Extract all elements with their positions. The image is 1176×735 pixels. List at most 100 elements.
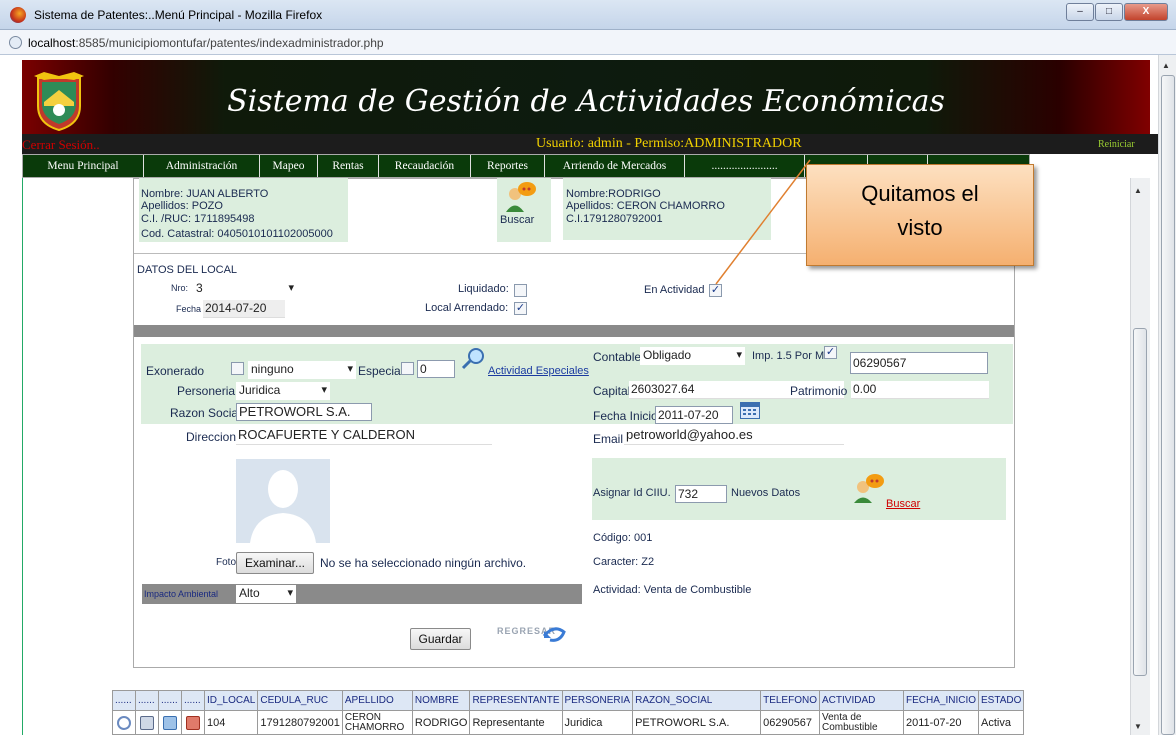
print-icon[interactable]	[135, 710, 159, 735]
user-search-icon-2[interactable]	[852, 472, 886, 507]
actividad-label: En Actividad	[644, 284, 705, 296]
nav-reportes[interactable]: Reportes	[471, 155, 545, 177]
cell-actividad: Venta de Combustible	[819, 710, 904, 735]
arrendado-checkbox[interactable]: ✓	[514, 302, 527, 315]
cell-razon-social: PETROWORL S.A.	[632, 710, 762, 735]
cell-nombre: RODRIGO	[411, 710, 471, 735]
col-header: ......	[158, 690, 182, 711]
impacto-label: Impacto Ambiental	[144, 589, 219, 599]
codigo-text: Código: 001	[593, 532, 653, 544]
magnifier-icon[interactable]	[461, 347, 487, 374]
annotation-callout: Quitamos el visto	[806, 164, 1034, 266]
scroll-up-icon[interactable]: ▲	[1162, 61, 1170, 70]
exonerado-checkbox[interactable]	[231, 362, 244, 375]
personeria-select[interactable]: Juridica	[236, 382, 330, 400]
exonerado-label: Exonerado	[146, 364, 205, 378]
firefox-icon	[10, 7, 26, 23]
address-bar[interactable]: localhost:8585/municipiomontufar/patente…	[0, 30, 1176, 55]
cell-estado: Activa	[978, 710, 1025, 735]
foto-label: Foto	[216, 557, 237, 568]
col-header: ......	[135, 690, 159, 711]
col-header: REPRESENTANTE	[469, 690, 563, 711]
table-header-row: ...... ...... ...... ...... ID_LOCAL CED…	[112, 690, 1025, 711]
capital-label: Capital	[593, 384, 631, 398]
ciiu-input[interactable]: 732	[675, 485, 727, 503]
frame-scroll-thumb[interactable]	[1133, 328, 1147, 676]
return-arrow-icon[interactable]	[540, 622, 568, 647]
col-header: ......	[112, 690, 136, 711]
liquidado-checkbox[interactable]	[514, 284, 527, 297]
user-search-icon[interactable]	[504, 181, 538, 216]
patrimonio-label: Patrimonio	[790, 384, 848, 398]
owner-catastral: Cod. Catastral: 0405010101102005000	[141, 228, 333, 240]
minimize-button[interactable]: –	[1066, 3, 1094, 21]
nav-mapeo[interactable]: Mapeo	[260, 155, 318, 177]
imp-checkbox[interactable]: ✓	[824, 346, 837, 359]
fecha-field[interactable]: 2014-07-20	[203, 300, 285, 318]
patrimonio-input[interactable]: 0.00	[851, 381, 989, 399]
edit-icon[interactable]	[158, 710, 182, 735]
frame-scrollbar[interactable]: ▲ ▼	[1130, 178, 1150, 735]
owner-search-label[interactable]: Buscar	[500, 214, 534, 226]
especial-label: Especial	[358, 364, 404, 378]
exonerado-select[interactable]: ninguno	[248, 361, 356, 379]
impacto-select[interactable]: Alto	[236, 585, 296, 603]
direccion-input[interactable]: ROCAFUERTE Y CALDERON	[236, 427, 492, 445]
cell-apellido: CERON CHAMORRO	[341, 710, 413, 735]
rep-ci: C.I.1791280792001	[566, 213, 663, 225]
col-header: APELLIDO	[341, 690, 413, 711]
cell-id-local: 104	[203, 710, 259, 735]
actividad-text: Actividad: Venta de Combustible	[593, 584, 752, 596]
razon-input[interactable]: PETROWORL S.A.	[236, 403, 372, 421]
actividad-especiales-link[interactable]: Actividad Especiales	[488, 365, 589, 377]
logout-link[interactable]: Cerrar Sesión..	[22, 137, 100, 153]
maximize-button[interactable]: □	[1095, 3, 1123, 21]
nav-arriendo-mercados[interactable]: Arriendo de Mercados	[545, 155, 685, 177]
attach-icon[interactable]	[112, 710, 136, 735]
page-scrollbar[interactable]: ▲	[1158, 55, 1176, 735]
fecha-label: Fecha	[176, 304, 202, 314]
url-host: localhost	[28, 36, 76, 50]
nav-administracion[interactable]: Administración	[144, 155, 260, 177]
col-header: FECHA_INICIO	[902, 690, 980, 711]
url-path: :8585/municipiomontufar/patentes/indexad…	[75, 36, 384, 50]
callout-line-2: visto	[897, 215, 943, 240]
callout-pointer	[715, 159, 811, 285]
owner-ruc: C.I. /RUC: 1711895498	[141, 213, 255, 225]
col-header: RAZON_SOCIAL	[632, 690, 762, 711]
rep-name: Nombre:RODRIGO	[566, 188, 661, 200]
window-controls: – □ X	[1065, 3, 1168, 21]
arrendado-label: Local Arrendado:	[425, 302, 509, 314]
frame-scroll-up-icon[interactable]: ▲	[1134, 186, 1142, 195]
frame-scroll-down-icon[interactable]: ▼	[1134, 722, 1142, 731]
especial-checkbox[interactable]	[401, 362, 414, 375]
nav-recaudacion[interactable]: Recaudación	[379, 155, 471, 177]
examinar-button[interactable]: Examinar...	[236, 552, 314, 574]
close-button[interactable]: X	[1124, 3, 1168, 21]
col-header: ID_LOCAL	[203, 690, 259, 711]
cell-telefono: 06290567	[760, 710, 820, 735]
contable-select[interactable]: Obligado	[640, 347, 745, 365]
col-header: ACTIVIDAD	[819, 690, 904, 711]
nro-select[interactable]: 3	[193, 280, 297, 298]
delete-icon[interactable]	[181, 710, 205, 735]
especial-input[interactable]: 0	[417, 360, 455, 378]
page-scroll-thumb[interactable]	[1161, 75, 1175, 735]
cell-fecha-inicio: 2011-07-20	[902, 710, 980, 735]
fecha-inicio-input[interactable]: 2011-07-20	[655, 406, 733, 424]
no-file-text: No se ha seleccionado ningún archivo.	[320, 556, 527, 570]
guardar-button[interactable]: Guardar	[410, 628, 471, 650]
email-input[interactable]: petroworld@yahoo.es	[624, 427, 844, 445]
restart-link[interactable]: Reiniciar	[1098, 139, 1135, 150]
col-header: NOMBRE	[411, 690, 471, 711]
buscar-ciiu-link[interactable]: Buscar	[886, 498, 920, 510]
nav-menu-principal[interactable]: Menu Principal	[23, 155, 144, 177]
ciiu-label: Asignar Id CIIU.	[593, 487, 671, 499]
nav-rentas[interactable]: Rentas	[318, 155, 379, 177]
url-text[interactable]: localhost:8585/municipiomontufar/patente…	[28, 36, 384, 50]
telf-input[interactable]: 06290567	[850, 352, 988, 374]
callout-line-1: Quitamos el	[861, 181, 979, 206]
col-header: PERSONERIA	[561, 690, 634, 711]
personeria-label: Personeria	[177, 384, 236, 398]
calendar-icon[interactable]	[740, 402, 760, 419]
